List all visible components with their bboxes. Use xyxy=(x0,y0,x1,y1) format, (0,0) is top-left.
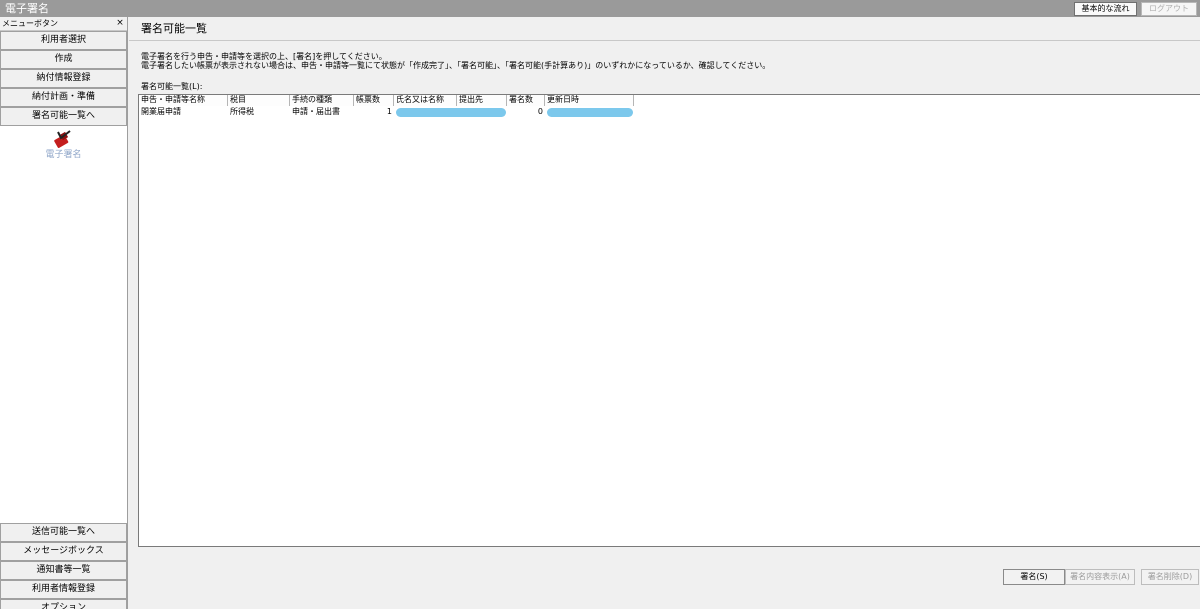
cell-procedure: 申請・届出書 xyxy=(292,107,340,116)
app-title: 電子署名 xyxy=(5,2,49,15)
view-signature-button[interactable]: 署名内容表示(A) xyxy=(1065,569,1135,585)
redaction-mark xyxy=(547,108,633,117)
sidebar-item-notices[interactable]: 通知書等一覧 xyxy=(0,561,127,580)
close-icon[interactable]: × xyxy=(115,18,125,28)
column-header[interactable]: 更新日時 xyxy=(545,95,634,106)
column-header[interactable]: 署名数 xyxy=(507,95,545,106)
sidebar-item-create[interactable]: 作成 xyxy=(0,50,127,69)
column-header[interactable]: 申告・申請等名称 xyxy=(139,95,228,106)
redaction-mark xyxy=(396,108,506,117)
column-header[interactable]: 提出先 xyxy=(457,95,507,106)
column-header[interactable]: 氏名又は名称 xyxy=(394,95,457,106)
cell-signer-redacted xyxy=(394,107,507,118)
sign-button[interactable]: 署名(S) xyxy=(1003,569,1065,585)
sidebar-item-payment-info[interactable]: 納付情報登録 xyxy=(0,69,127,88)
sidebar-item-options[interactable]: オプション xyxy=(0,599,127,609)
cell-form-count: 1 xyxy=(386,107,392,116)
sidebar-item-signable-list[interactable]: 署名可能一覧へ xyxy=(0,107,127,126)
page-title: 署名可能一覧 xyxy=(141,22,207,35)
column-header[interactable]: 手続の種類 xyxy=(290,95,354,106)
list-label: 署名可能一覧(L): xyxy=(141,82,203,91)
cell-name: 開業届申請 xyxy=(141,107,181,116)
sidebar-item-sendable-list[interactable]: 送信可能一覧へ xyxy=(0,523,127,542)
sidebar: メニューボタン × 利用者選択 作成 納付情報登録 納付計画・準備 署名可能一覧… xyxy=(0,17,128,609)
menu-header: メニューボタン × xyxy=(0,17,127,31)
instruction-text: 電子署名したい帳票が表示されない場合は、申告・申請等一覧にて状態が「作成完了」、… xyxy=(141,61,771,70)
sidebar-item-user-select[interactable]: 利用者選択 xyxy=(0,31,127,50)
column-header[interactable]: 帳票数 xyxy=(354,95,394,106)
cell-updated-redacted xyxy=(545,107,634,118)
cell-sign-count: 0 xyxy=(537,107,543,116)
delete-signature-button[interactable]: 署名削除(D) xyxy=(1141,569,1199,585)
main-panel: 署名可能一覧 電子署名を行う申告・申請等を選択の上、[署名]を押してください。 … xyxy=(129,17,1200,609)
signature-stamp-icon[interactable] xyxy=(52,130,72,150)
logout-button[interactable]: ログアウト xyxy=(1141,2,1197,16)
menu-label: メニューボタン xyxy=(2,19,58,28)
basic-flow-button[interactable]: 基本的な流れ xyxy=(1074,2,1137,16)
table-row[interactable]: 開業届申請 所得税 申請・届出書 1 0 xyxy=(139,107,634,118)
cell-tax: 所得税 xyxy=(230,107,254,116)
sidebar-item-user-info[interactable]: 利用者情報登録 xyxy=(0,580,127,599)
title-bar: 電子署名 基本的な流れ ログアウト xyxy=(0,0,1200,17)
electronic-signature-label[interactable]: 電子署名 xyxy=(0,150,127,161)
sidebar-item-payment-plan[interactable]: 納付計画・準備 xyxy=(0,88,127,107)
sidebar-item-message-box[interactable]: メッセージボックス xyxy=(0,542,127,561)
signable-list-table[interactable]: 申告・申請等名称 税目 手続の種類 帳票数 氏名又は名称 提出先 署名数 更新日… xyxy=(138,94,1200,547)
divider xyxy=(129,40,1200,41)
table-header: 申告・申請等名称 税目 手続の種類 帳票数 氏名又は名称 提出先 署名数 更新日… xyxy=(139,95,634,106)
column-header[interactable]: 税目 xyxy=(228,95,290,106)
